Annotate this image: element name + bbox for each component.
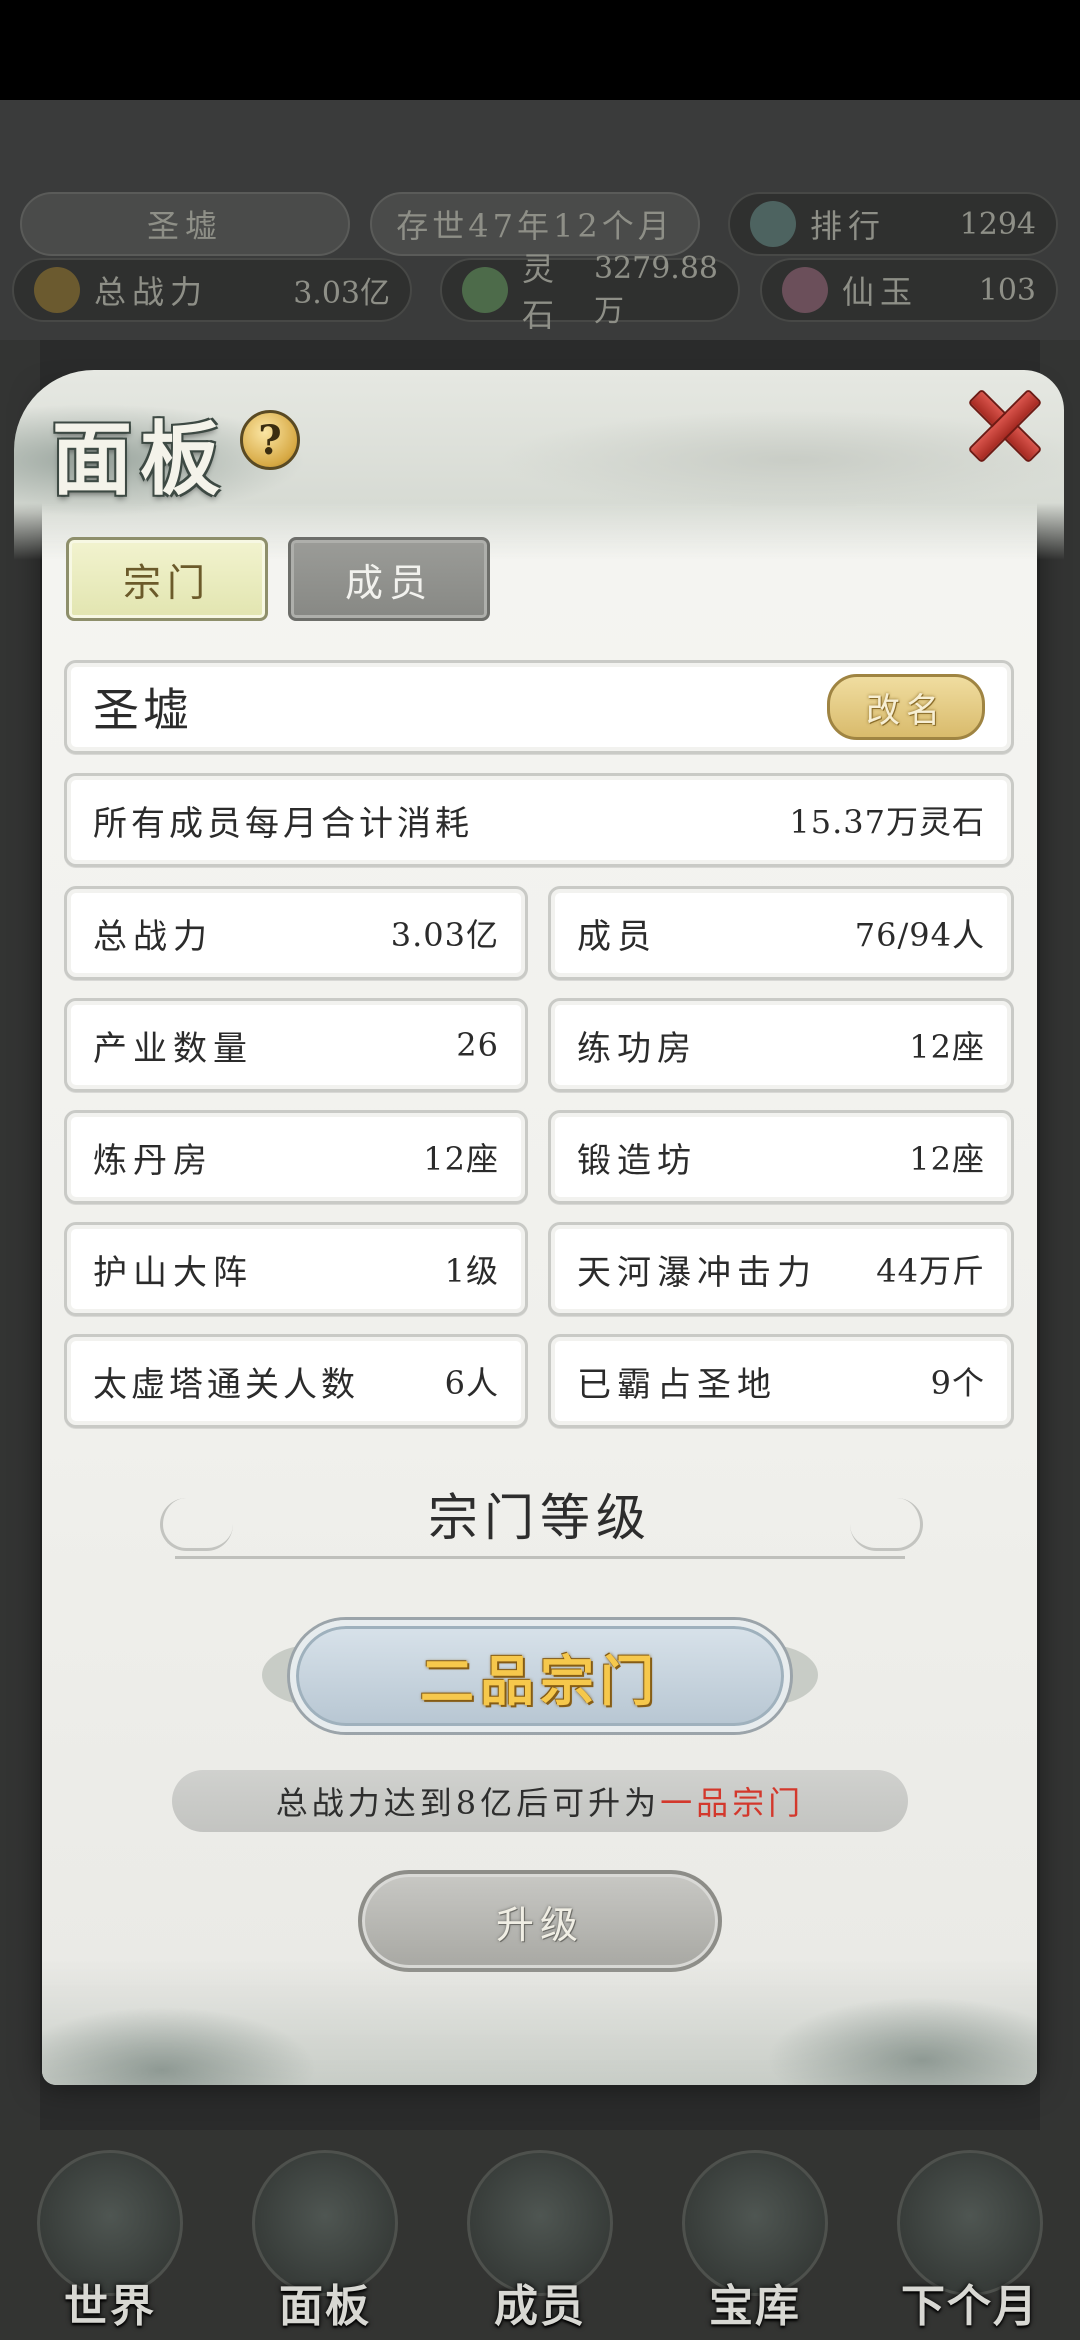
- upgrade-hint: 总战力达到8亿后可升为 一品宗门: [172, 1770, 908, 1832]
- stat-total-power: 总战力 3.03亿: [64, 886, 528, 980]
- stat-label: 太虚塔通关人数: [93, 1364, 359, 1405]
- stat-training-rooms: 练功房 12座: [548, 998, 1014, 1092]
- power-icon: [34, 267, 80, 313]
- stat-label: 练功房: [577, 1028, 697, 1069]
- section-curl-right: [850, 1498, 923, 1551]
- nav-next-month[interactable]: 下个月: [880, 2130, 1060, 2340]
- background-right-strip: [1040, 340, 1080, 2130]
- stat-alchemy-rooms: 炼丹房 12座: [64, 1110, 528, 1204]
- hud-spirit-stone[interactable]: 灵石 3279.88万: [440, 250, 740, 334]
- panel-cloud-decoration: [42, 1960, 1037, 2085]
- stat-forges: 锻造坊 12座: [548, 1110, 1014, 1204]
- hud-immortal-jade-label: 仙玉: [842, 273, 919, 311]
- stat-value: 12座: [423, 1140, 499, 1178]
- hud-sect-age-text: 存世47年12个月: [396, 207, 674, 245]
- sect-grade-badge: 二品宗门: [290, 1620, 790, 1732]
- section-curl-left: [160, 1498, 233, 1551]
- upgrade-button-label: 升级: [495, 1902, 584, 1947]
- upgrade-hint-prefix: 总战力达到8亿后可升为: [275, 1784, 661, 1822]
- monthly-cost-label: 所有成员每月合计消耗: [93, 803, 473, 844]
- nav-members-label: 成员: [494, 2281, 586, 2332]
- stat-label: 已霸占圣地: [577, 1364, 777, 1405]
- stat-members: 成员 76/94人: [548, 886, 1014, 980]
- rank-icon: [750, 201, 796, 247]
- stat-value: 3.03亿: [390, 916, 499, 954]
- stat-value: 26: [456, 1026, 499, 1064]
- hud-rank-label: 排行: [810, 207, 887, 245]
- stat-label: 总战力: [93, 916, 213, 957]
- stat-label: 护山大阵: [93, 1252, 253, 1293]
- hud-rank[interactable]: 排行 1294: [728, 192, 1058, 256]
- hud-power-value: 3.03亿: [293, 276, 390, 311]
- stat-industry-count: 产业数量 26: [64, 998, 528, 1092]
- immortal-jade-icon: [782, 267, 828, 313]
- hud-sect-name: 圣墟: [20, 192, 350, 256]
- status-bar: [0, 0, 1080, 100]
- hud-power-label: 总战力: [94, 273, 209, 311]
- sect-grade-text: 二品宗门: [420, 1648, 660, 1713]
- section-divider: [175, 1556, 905, 1559]
- stat-label: 成员: [577, 916, 657, 957]
- panel-title: 面板: [52, 412, 228, 506]
- stat-value: 9个: [930, 1364, 985, 1402]
- hud-sect-name-text: 圣墟: [146, 207, 223, 245]
- tab-members[interactable]: 成员: [288, 537, 490, 621]
- stat-value: 76/94人: [854, 916, 985, 954]
- nav-next-month-label: 下个月: [901, 2281, 1039, 2332]
- background-left-strip: [0, 340, 40, 2130]
- nav-treasury-label: 宝库: [709, 2281, 801, 2332]
- stat-tower-clears: 太虚塔通关人数 6人: [64, 1334, 528, 1428]
- hud-immortal-jade-value: 103: [978, 272, 1036, 308]
- hud-immortal-jade[interactable]: 仙玉 103: [760, 258, 1058, 322]
- rename-button[interactable]: 改名: [827, 674, 985, 740]
- close-button[interactable]: [958, 378, 1048, 468]
- monthly-cost-value: 15.37万灵石: [789, 803, 985, 841]
- tab-members-label: 成员: [344, 560, 433, 605]
- stat-label: 产业数量: [93, 1028, 253, 1069]
- tab-sect-label: 宗门: [122, 560, 211, 605]
- hud-power: 总战力 3.03亿: [12, 258, 412, 322]
- stat-label: 天河瀑冲击力: [577, 1252, 817, 1293]
- upgrade-button[interactable]: 升级: [358, 1870, 722, 1972]
- nav-world[interactable]: 世界: [20, 2130, 200, 2340]
- monthly-cost-row: 所有成员每月合计消耗 15.37万灵石: [64, 773, 1014, 867]
- stat-holy-lands: 已霸占圣地 9个: [548, 1334, 1014, 1428]
- sect-name-row: 圣墟 改名: [64, 660, 1014, 754]
- nav-treasury[interactable]: 宝库: [665, 2130, 845, 2340]
- stat-label: 锻造坊: [577, 1140, 697, 1181]
- hud-spirit-stone-label: 灵石: [522, 250, 561, 334]
- stat-value: 44万斤: [876, 1252, 985, 1290]
- hud-rank-value: 1294: [959, 206, 1036, 242]
- nav-world-label: 世界: [64, 2281, 156, 2332]
- stat-value: 6人: [444, 1364, 499, 1402]
- help-icon[interactable]: ?: [240, 410, 300, 470]
- tab-sect[interactable]: 宗门: [66, 537, 268, 621]
- stat-waterfall-impact: 天河瀑冲击力 44万斤: [548, 1222, 1014, 1316]
- nav-panel-label: 面板: [279, 2281, 371, 2332]
- stat-value: 1级: [444, 1252, 499, 1290]
- stat-value: 12座: [909, 1028, 985, 1066]
- stat-label: 炼丹房: [93, 1140, 213, 1181]
- stat-value: 12座: [909, 1140, 985, 1178]
- rename-button-label: 改名: [866, 690, 946, 731]
- section-title: 宗门等级: [428, 1489, 652, 1547]
- upgrade-hint-target: 一品宗门: [660, 1784, 805, 1822]
- nav-panel[interactable]: 面板: [235, 2130, 415, 2340]
- nav-members[interactable]: 成员: [450, 2130, 630, 2340]
- sect-name: 圣墟: [93, 683, 193, 737]
- stat-mountain-array: 护山大阵 1级: [64, 1222, 528, 1316]
- spirit-stone-icon: [462, 267, 508, 313]
- hud-spirit-stone-value: 3279.88万: [593, 250, 718, 329]
